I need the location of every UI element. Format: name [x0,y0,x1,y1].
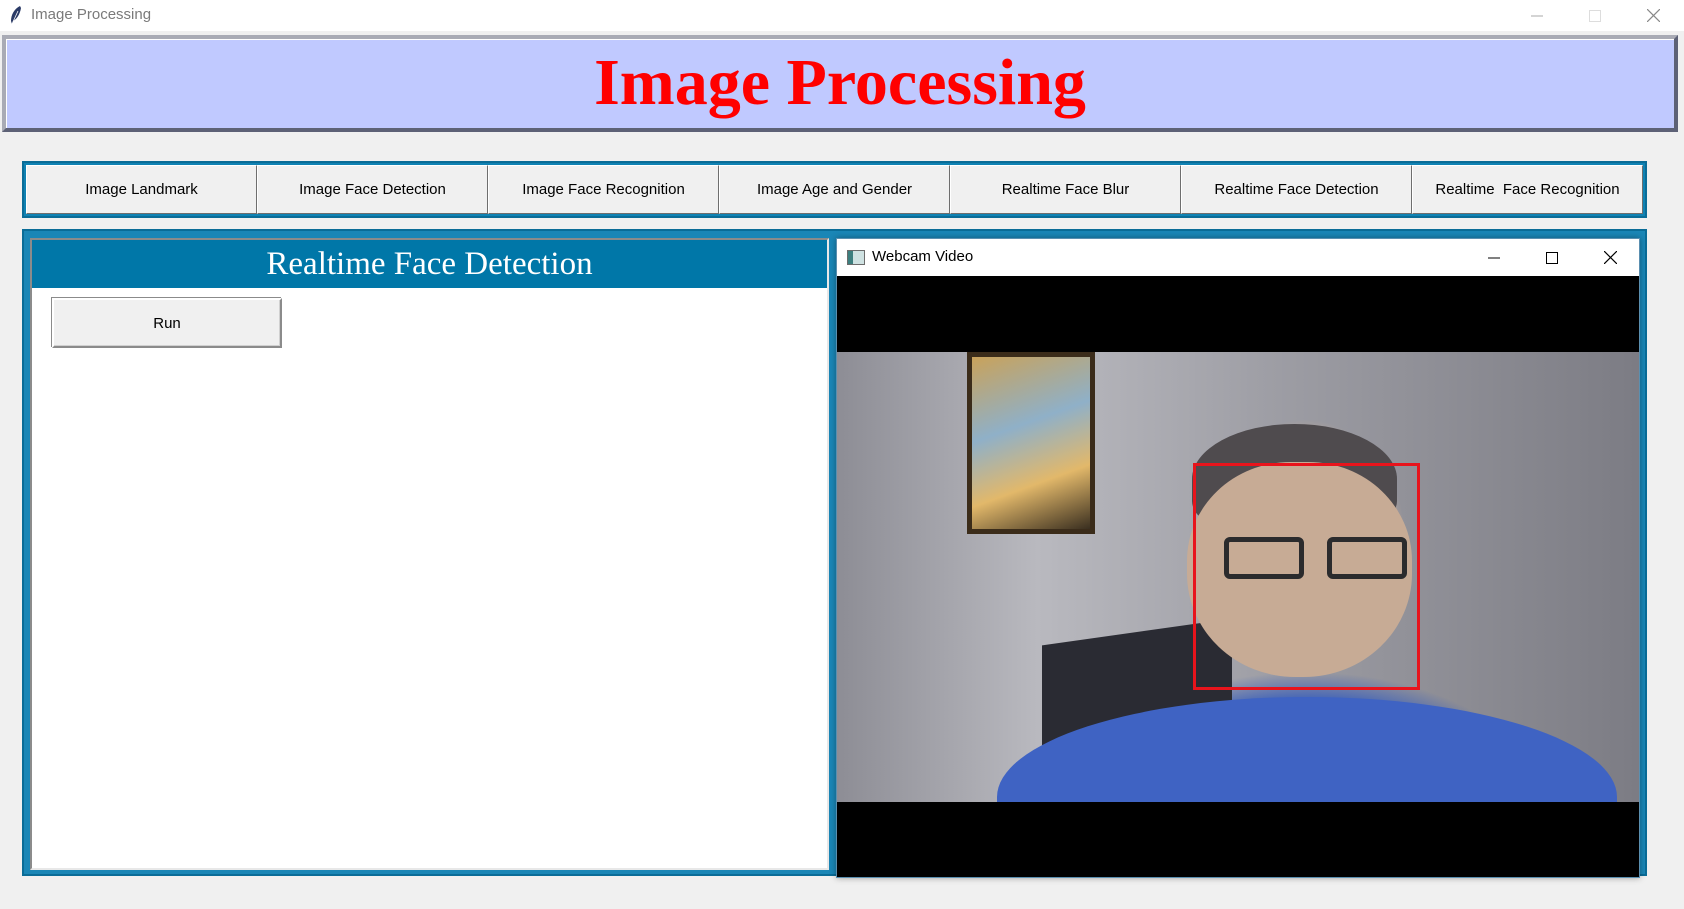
maximize-button[interactable] [1566,0,1624,31]
webcam-close-button[interactable] [1581,239,1639,276]
tab-realtime-face-detection[interactable]: Realtime Face Detection [1181,165,1412,214]
tab-image-face-recognition[interactable]: Image Face Recognition [488,165,719,214]
webcam-title: Webcam Video [872,248,974,265]
webcam-minimize-button[interactable] [1465,239,1523,276]
close-icon [1603,251,1617,264]
close-icon [1646,9,1660,22]
run-button[interactable]: Run [52,298,282,348]
feather-icon [11,6,21,25]
webcam-video-frame [837,352,1639,802]
webcam-titlebar[interactable]: Webcam Video [837,239,1639,276]
tab-realtime-face-blur[interactable]: Realtime Face Blur [950,165,1181,214]
detection-panel: Realtime Face Detection Run [30,238,829,870]
letterbox-top [837,276,1639,352]
minimize-button[interactable] [1508,0,1566,31]
panel-title: Realtime Face Detection [32,240,827,288]
maximize-icon [1589,9,1601,22]
wall-poster [967,352,1095,534]
main-titlebar: Image Processing [0,0,1684,31]
window-title: Image Processing [31,6,152,23]
banner-title: Image Processing [594,46,1086,119]
tab-realtime-face-recognition[interactable]: Realtime Face Recognition [1412,165,1643,214]
minimize-icon [1531,15,1543,16]
webcam-window-icon [847,250,865,265]
header-banner: Image Processing [2,35,1678,132]
tab-image-age-gender[interactable]: Image Age and Gender [719,165,950,214]
minimize-icon [1488,257,1500,258]
tab-image-face-detection[interactable]: Image Face Detection [257,165,488,214]
feature-tab-bar: Image Landmark Image Face Detection Imag… [22,161,1647,218]
close-button[interactable] [1624,0,1682,31]
webcam-maximize-button[interactable] [1523,239,1581,276]
webcam-window[interactable]: Webcam Video [836,238,1640,878]
maximize-icon [1546,251,1558,264]
face-detection-box [1193,463,1420,690]
tab-image-landmark[interactable]: Image Landmark [26,165,257,214]
